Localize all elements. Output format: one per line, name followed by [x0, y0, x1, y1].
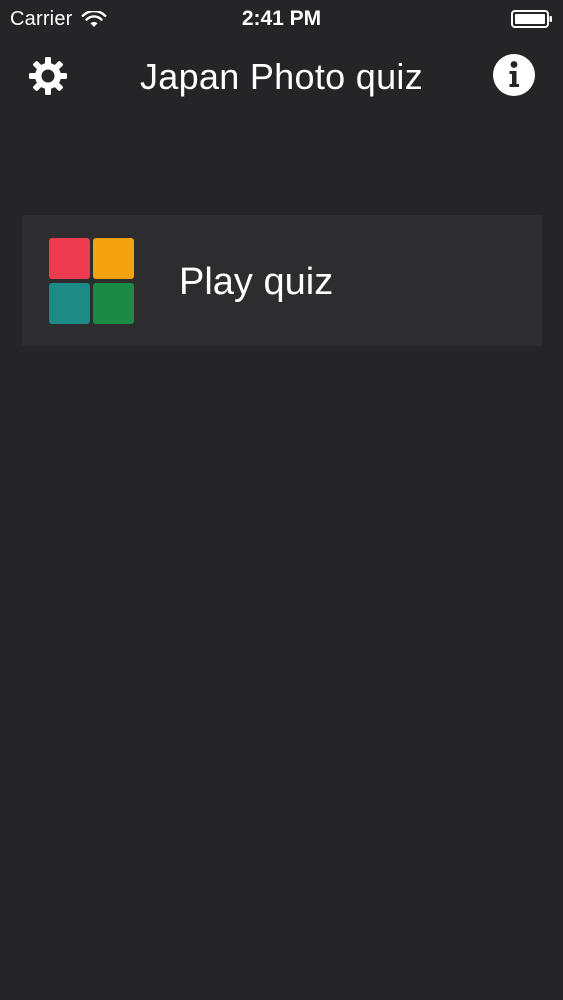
- red-tile: [49, 238, 90, 279]
- play-quiz-button[interactable]: Play quiz: [22, 215, 542, 346]
- quiz-grid-icon: [49, 238, 135, 324]
- info-button[interactable]: [492, 53, 536, 97]
- green-tile: [93, 283, 134, 324]
- info-icon: [493, 54, 535, 96]
- navigation-bar: Japan Photo quiz: [0, 38, 563, 114]
- page-title: Japan Photo quiz: [139, 56, 423, 97]
- status-time: 2:41 PM: [241, 7, 322, 30]
- status-bar: Carrier 2:41 PM: [0, 0, 563, 38]
- play-quiz-label: Play quiz: [179, 261, 334, 303]
- orange-tile: [93, 238, 134, 279]
- battery-icon: [511, 10, 552, 28]
- teal-tile: [49, 283, 90, 324]
